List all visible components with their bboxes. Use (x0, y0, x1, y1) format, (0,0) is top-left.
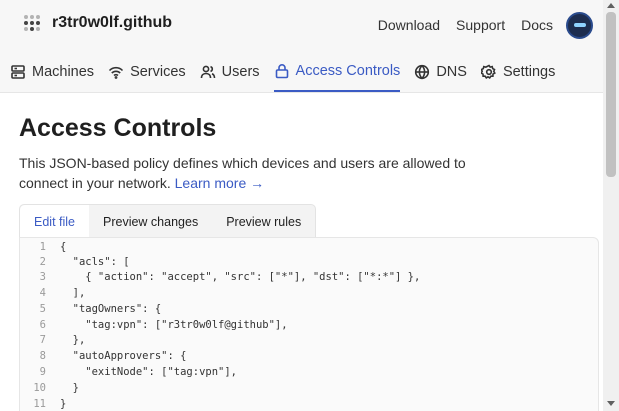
top-header: r3tr0w0lf.github Download Support Docs M… (0, 0, 603, 92)
top-links: Download Support Docs (378, 17, 553, 33)
main-content: Access Controls This JSON-based policy d… (0, 93, 603, 411)
line-number: 3 (39, 271, 46, 283)
line-code: "tag:vpn": ["r3tr0w0lf@github"], (60, 319, 288, 331)
nav-label: Access Controls (295, 63, 401, 79)
code-line: 6 "tag:vpn": ["r3tr0w0lf@github"], (20, 318, 580, 333)
line-code: { "action": "accept", "src": ["*"], "dst… (60, 271, 421, 283)
code-line: 7 }, (20, 333, 580, 348)
download-link[interactable]: Download (378, 17, 440, 33)
learn-more-link[interactable]: Learn more → (175, 175, 264, 191)
line-code: }, (60, 334, 86, 346)
line-code: "acls": [ (60, 256, 130, 268)
line-code: "tagOwners": { (60, 303, 162, 315)
line-number: 2 (39, 256, 46, 268)
users-icon (200, 65, 215, 79)
scroll-thumb[interactable] (606, 12, 616, 177)
line-code: "autoApprovers": { (60, 350, 187, 362)
nav-settings[interactable]: Settings (480, 60, 556, 92)
line-number: 7 (39, 334, 46, 346)
editor-tabs: Edit file Preview changes Preview rules (19, 204, 317, 238)
code-line: 8 "autoApprovers": { (20, 349, 580, 364)
nav-services[interactable]: Services (108, 60, 186, 92)
globe-icon (415, 64, 430, 80)
server-icon (11, 65, 25, 79)
wifi-icon (108, 66, 124, 79)
tab-preview-changes[interactable]: Preview changes (89, 205, 212, 238)
code-line: 3 { "action": "accept", "src": ["*"], "d… (20, 270, 580, 285)
line-number: 5 (39, 303, 46, 315)
brand[interactable]: r3tr0w0lf.github (24, 14, 172, 32)
line-code: } (60, 398, 67, 410)
nav-dns[interactable]: DNS (414, 60, 467, 92)
lock-icon (275, 64, 288, 79)
nav-label: Settings (502, 64, 556, 80)
page-description: This JSON-based policy defines which dev… (19, 153, 489, 193)
main-nav: Machines Services Users Access Controls … (10, 60, 569, 92)
docs-link[interactable]: Docs (521, 17, 553, 33)
user-avatar[interactable] (566, 12, 593, 39)
line-number: 4 (39, 287, 46, 299)
line-code: "exitNode": ["tag:vpn"], (60, 366, 238, 378)
policy-editor[interactable]: 1{ 2 "acls": [ 3 { "action": "accept", "… (19, 237, 599, 411)
line-number: 6 (39, 319, 46, 331)
line-code: { (60, 241, 67, 253)
page-title: Access Controls (19, 114, 217, 142)
scroll-down-arrow-icon[interactable] (607, 401, 615, 406)
nav-machines[interactable]: Machines (10, 60, 94, 92)
nav-users[interactable]: Users (200, 60, 260, 92)
tab-edit-file[interactable]: Edit file (20, 205, 89, 238)
line-code: } (60, 382, 79, 394)
tab-preview-rules[interactable]: Preview rules (212, 205, 315, 238)
org-name: r3tr0w0lf.github (52, 14, 173, 31)
code-line: 2 "acls": [ (20, 255, 580, 270)
code-line: 4 ], (20, 286, 580, 301)
support-link[interactable]: Support (456, 17, 505, 33)
scroll-up-arrow-icon[interactable] (607, 3, 615, 8)
vertical-scrollbar[interactable] (603, 0, 619, 411)
line-number: 8 (39, 350, 46, 362)
code-line: 9 "exitNode": ["tag:vpn"], (20, 365, 580, 380)
gear-icon (480, 64, 496, 79)
nav-label: Services (130, 64, 186, 80)
line-number: 1 (39, 241, 46, 253)
nav-label: Users (221, 64, 260, 80)
code-line: 10 } (20, 381, 580, 396)
code-line: 5 "tagOwners": { (20, 302, 580, 317)
line-number: 9 (39, 366, 46, 378)
nav-label: Machines (32, 64, 95, 80)
line-code: ], (60, 287, 86, 299)
line-number: 11 (33, 398, 46, 410)
grid-dots-icon (24, 14, 42, 32)
nav-access-controls[interactable]: Access Controls (273, 60, 401, 92)
line-number: 10 (33, 382, 46, 394)
code-line: 11} (20, 397, 580, 411)
app-window: r3tr0w0lf.github Download Support Docs M… (0, 0, 603, 411)
code-line: 1{ (20, 240, 580, 255)
nav-label: DNS (436, 64, 467, 80)
